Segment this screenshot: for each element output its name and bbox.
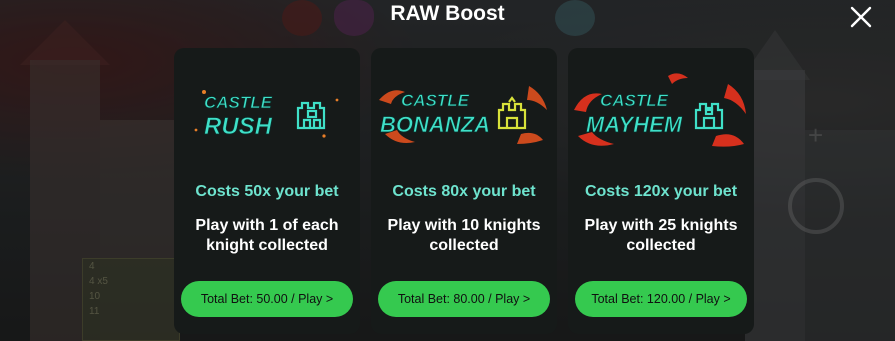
- boost-card-castle-mayhem: CASTLE MAYHEM Costs 120x your bet Play w…: [568, 48, 754, 334]
- cost-text: Costs 80x your bet: [392, 183, 536, 200]
- castle-icon: [694, 102, 724, 130]
- boost-options: CASTLE RUSH Costs 50x your bet Play with…: [174, 48, 754, 341]
- close-button[interactable]: [841, 0, 881, 34]
- play-castle-rush-button[interactable]: Total Bet: 50.00 / Play >: [181, 281, 353, 317]
- cost-text: Costs 120x your bet: [584, 183, 738, 200]
- logo-text-line2: MAYHEM: [586, 112, 683, 137]
- logo-text-line1: CASTLE: [600, 91, 669, 110]
- castle-mayhem-logo: CASTLE MAYHEM: [568, 70, 754, 156]
- logo-text-line1: CASTLE: [401, 91, 470, 110]
- castle-icon: [497, 96, 527, 130]
- logo-text-line2: BONANZA: [380, 112, 490, 137]
- castle-rush-logo: CASTLE RUSH: [174, 70, 360, 156]
- play-castle-bonanza-button[interactable]: Total Bet: 80.00 / Play >: [378, 281, 550, 317]
- castle-bonanza-logo: CASTLE BONANZA: [371, 70, 557, 156]
- logo-text-line2: RUSH: [204, 113, 273, 140]
- description-text: Play with 25 knights collected: [584, 217, 738, 254]
- close-icon: [850, 6, 872, 28]
- boost-card-castle-bonanza: CASTLE BONANZA Costs 80x your bet Play w…: [371, 48, 557, 334]
- play-castle-mayhem-button[interactable]: Total Bet: 120.00 / Play >: [575, 281, 747, 317]
- description-text: Play with 10 knights collected: [387, 217, 541, 254]
- modal-title: RAW Boost: [390, 2, 505, 25]
- cost-text: Costs 50x your bet: [195, 183, 339, 200]
- castle-icon: [296, 101, 326, 130]
- logo-text-line1: CASTLE: [204, 93, 273, 112]
- description-text: Play with 1 of each knight collected: [195, 217, 339, 254]
- boost-card-castle-rush: CASTLE RUSH Costs 50x your bet Play with…: [174, 48, 360, 334]
